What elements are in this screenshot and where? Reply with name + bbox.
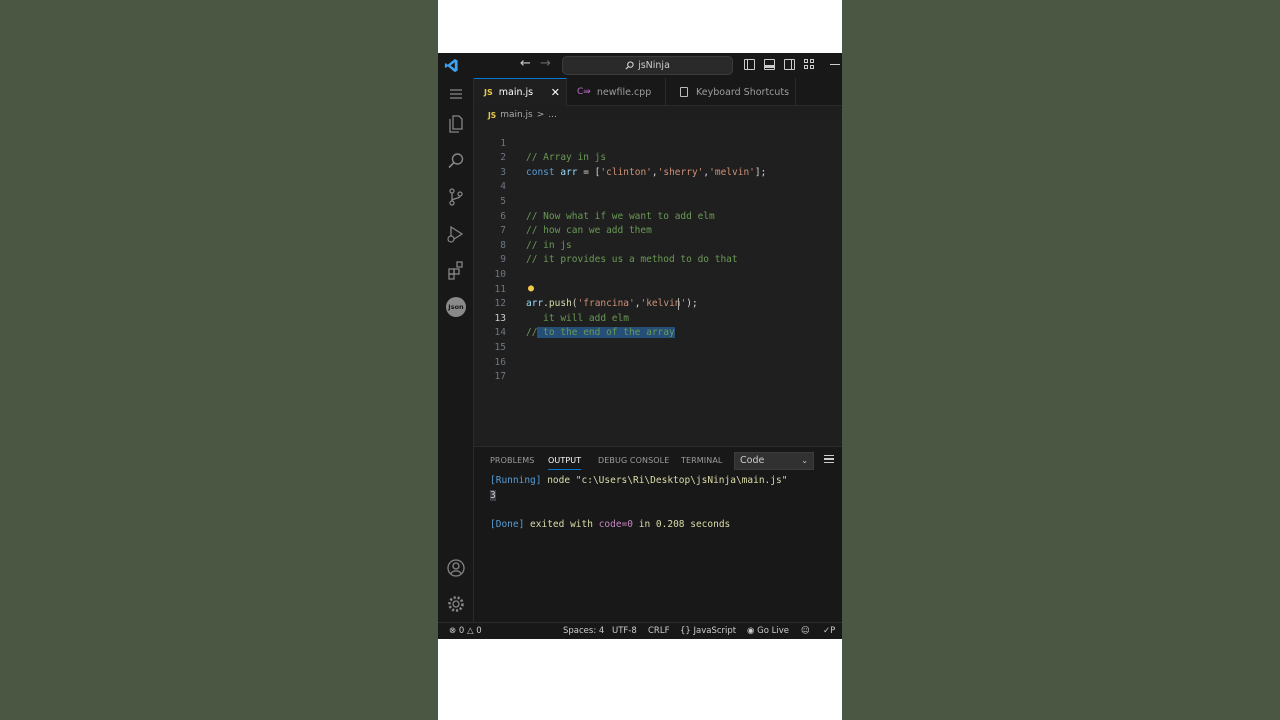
tab-terminal[interactable]: TERMINAL bbox=[681, 456, 722, 465]
lightbulb-icon[interactable]: ● bbox=[528, 282, 534, 297]
text-cursor bbox=[678, 298, 679, 311]
eol-status[interactable]: CRLF bbox=[648, 626, 669, 636]
status-bar: ⊗ 0 △ 0 Spaces: 4 UTF-8 CRLF {} JavaScri… bbox=[438, 622, 842, 639]
search-icon bbox=[625, 61, 634, 70]
breadcrumb-more[interactable]: ... bbox=[548, 110, 557, 120]
activity-bar: Json bbox=[438, 78, 474, 630]
account-icon[interactable] bbox=[446, 558, 466, 578]
tab-label: Keyboard Shortcuts bbox=[696, 86, 790, 98]
code-line: 8 // it provides us a method to do that bbox=[474, 224, 842, 266]
tab-label: newfile.cpp bbox=[596, 86, 652, 98]
breadcrumb-separator: > bbox=[536, 110, 545, 120]
file-icon bbox=[680, 87, 688, 97]
video-frame: ← → jsNinja Json JS main.js ✕ C⇛ newfile… bbox=[438, 0, 842, 720]
breadcrumb-file[interactable]: main.js bbox=[500, 110, 533, 120]
command-center-search[interactable]: jsNinja bbox=[562, 56, 733, 75]
arrow-left-icon[interactable]: ← bbox=[520, 56, 531, 71]
breadcrumb: JS main.js > ... bbox=[488, 108, 557, 122]
js-file-icon: JS bbox=[488, 110, 497, 120]
code-line: 9 bbox=[474, 239, 842, 265]
select-value: Code bbox=[740, 455, 765, 466]
output-line-result: 3 bbox=[490, 490, 496, 501]
json-icon[interactable]: Json bbox=[446, 297, 466, 317]
settings-gear-icon[interactable] bbox=[446, 594, 466, 614]
code-line: 6 // how can we add them bbox=[474, 195, 842, 237]
extensions-icon[interactable] bbox=[446, 260, 466, 280]
chevron-down-icon: ⌄ bbox=[801, 456, 808, 465]
code-line: 3 bbox=[474, 151, 842, 178]
tab-keyboard-shortcuts[interactable]: Keyboard Shortcuts bbox=[666, 78, 796, 106]
code-line: 16 bbox=[474, 341, 842, 368]
toggle-panel-icon[interactable] bbox=[764, 59, 775, 70]
prettier-status[interactable]: ✓P bbox=[823, 626, 835, 636]
line-number: 17 bbox=[494, 371, 506, 383]
vscode-window: ← → jsNinja Json JS main.js ✕ C⇛ newfile… bbox=[438, 53, 842, 639]
title-bar: ← → jsNinja bbox=[438, 53, 842, 78]
error-icon: ⊗ bbox=[449, 626, 457, 636]
list-filter-icon[interactable] bbox=[824, 455, 834, 465]
output-panel: PROBLEMS OUTPUT DEBUG CONSOLE TERMINAL C… bbox=[474, 446, 842, 630]
source-control-icon[interactable] bbox=[446, 187, 466, 207]
code-line: 15 bbox=[474, 326, 842, 353]
editor-tab-bar: JS main.js ✕ C⇛ newfile.cpp Keyboard Sho… bbox=[474, 78, 842, 106]
customize-layout-icon[interactable] bbox=[804, 59, 815, 70]
code-line: 17 bbox=[474, 356, 842, 382]
code-line: 14 bbox=[474, 312, 842, 338]
code-line: 12 it will add elm ● bbox=[474, 282, 842, 324]
vscode-logo-icon bbox=[444, 58, 458, 73]
menu-icon[interactable] bbox=[446, 84, 466, 104]
run-debug-icon[interactable] bbox=[446, 224, 466, 244]
tab-label: main.js bbox=[498, 87, 534, 98]
minimize-icon[interactable] bbox=[830, 64, 840, 65]
indentation-status[interactable]: Spaces: 4 bbox=[563, 626, 604, 636]
tab-main-js[interactable]: JS main.js ✕ bbox=[474, 78, 567, 106]
search-icon[interactable] bbox=[446, 151, 466, 171]
output-channel-select[interactable]: Code ⌄ bbox=[734, 452, 814, 470]
cpp-file-icon: C⇛ bbox=[577, 87, 591, 97]
encoding-status[interactable]: UTF-8 bbox=[612, 626, 637, 636]
code-line: 5 // Now what if we want to add elm bbox=[474, 180, 842, 222]
problems-status[interactable]: ⊗ 0 △ 0 bbox=[449, 626, 482, 636]
js-file-icon: JS bbox=[484, 88, 493, 97]
code-line: 2 const arr = ['clinton','sherry','melvi… bbox=[474, 137, 842, 178]
language-status[interactable]: {} JavaScript bbox=[680, 626, 736, 636]
code-line: 1 // Array in js bbox=[474, 122, 842, 164]
go-live-status[interactable]: ◉ Go Live bbox=[747, 626, 789, 636]
braces-icon: {} bbox=[680, 626, 691, 636]
copilot-icon[interactable]: ☺ bbox=[801, 626, 810, 636]
output-line-running: [Running] node "c:\Users\Ri\Desktop\jsNi… bbox=[490, 475, 788, 486]
broadcast-icon: ◉ bbox=[747, 626, 755, 636]
tab-output[interactable]: OUTPUT bbox=[548, 456, 582, 470]
warning-icon: △ bbox=[466, 626, 474, 636]
output-line-done: [Done] exited with code=0 in 0.208 secon… bbox=[490, 519, 731, 530]
close-icon[interactable]: ✕ bbox=[551, 86, 560, 99]
code-line: 11 arr.push('francina','kelvin'); bbox=[474, 268, 842, 310]
command-center-label: jsNinja bbox=[638, 60, 670, 71]
code-line: 13 // to the end of the array bbox=[474, 297, 842, 339]
code-line: 10 bbox=[474, 253, 842, 280]
code-line: 4 bbox=[474, 166, 842, 192]
toggle-sidebar-icon[interactable] bbox=[744, 59, 755, 70]
arrow-right-icon[interactable]: → bbox=[540, 56, 551, 71]
code-line: 7 // in js bbox=[474, 210, 842, 251]
tab-problems[interactable]: PROBLEMS bbox=[490, 456, 534, 465]
explorer-icon[interactable] bbox=[446, 114, 466, 134]
code-editor[interactable]: 1 // Array in js 2 const arr = ['clinton… bbox=[474, 122, 842, 445]
toggle-secondary-sidebar-icon[interactable] bbox=[784, 59, 795, 70]
tab-newfile-cpp[interactable]: C⇛ newfile.cpp bbox=[567, 78, 666, 106]
tab-debug-console[interactable]: DEBUG CONSOLE bbox=[598, 456, 669, 465]
